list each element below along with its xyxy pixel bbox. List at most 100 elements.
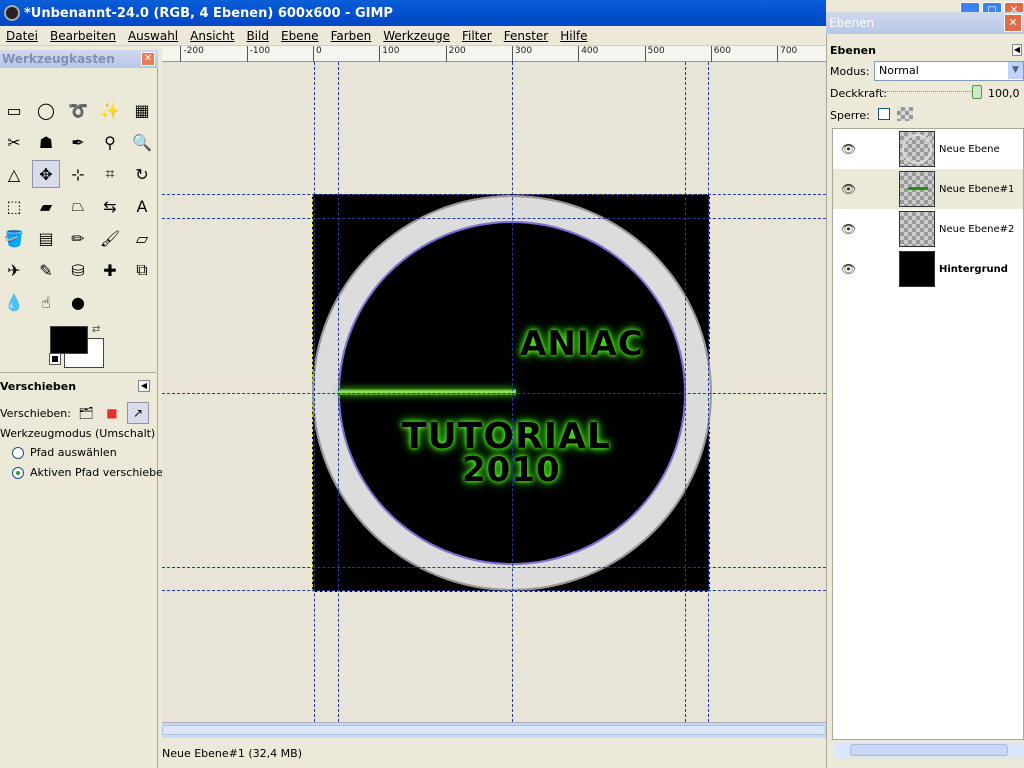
scissors-icon[interactable]: ✂ xyxy=(0,128,28,156)
free-select-icon[interactable]: ➰ xyxy=(64,96,92,124)
gimp-app-icon xyxy=(4,5,20,21)
lock-alpha-icon[interactable] xyxy=(897,107,913,121)
pencil-icon[interactable]: ✏ xyxy=(64,224,92,252)
menu-ansicht[interactable]: Ansicht xyxy=(184,29,240,43)
radio-pick-path[interactable]: Pfad auswählen xyxy=(12,446,170,459)
opacity-slider-handle[interactable] xyxy=(972,85,982,99)
radio-move-active-path-dot[interactable] xyxy=(12,466,24,479)
toolbox-close-icon[interactable]: ✕ xyxy=(141,52,155,66)
layers-close-icon[interactable]: ✕ xyxy=(1004,14,1022,32)
bucket-fill-icon[interactable]: 🪣 xyxy=(0,224,28,252)
main-titlebar[interactable]: *Unbenannt-24.0 (RGB, 4 Ebenen) 600x600 … xyxy=(0,0,826,26)
layer-name: Neue Ebene#1 xyxy=(939,183,1015,195)
layer-name: Neue Ebene#2 xyxy=(939,223,1015,235)
menu-werkzeuge[interactable]: Werkzeuge xyxy=(377,29,456,43)
foreground-color-swatch[interactable] xyxy=(50,326,88,354)
canvas-scroll-thumb[interactable] xyxy=(162,725,826,735)
move-selection-icon[interactable]: ■ xyxy=(101,402,123,424)
radio-move-active-path[interactable]: Aktiven Pfad verschieben xyxy=(12,466,170,479)
layers-scroll-thumb[interactable] xyxy=(850,744,1008,756)
smudge-icon[interactable]: ☝ xyxy=(32,288,60,316)
guide-vertical[interactable] xyxy=(685,62,686,722)
menu-bearbeiten[interactable]: Bearbeiten xyxy=(44,29,122,43)
move-path-icon[interactable]: ↗ xyxy=(126,402,149,424)
layer-row[interactable]: 👁 Hintergrund xyxy=(833,249,1023,289)
zoom-icon[interactable]: 🔍 xyxy=(128,128,156,156)
menu-filter[interactable]: Filter xyxy=(456,29,498,43)
eye-icon[interactable]: 👁 xyxy=(841,182,856,196)
airbrush-icon[interactable]: ✈ xyxy=(0,256,28,284)
eraser-icon[interactable]: ▱ xyxy=(128,224,156,252)
layers-titlebar[interactable]: Ebenen xyxy=(826,12,1024,34)
layer-name: Neue Ebene xyxy=(939,143,1000,155)
tool-options-menu-icon[interactable]: ◀ xyxy=(138,380,150,392)
color-select-icon[interactable]: ▦ xyxy=(128,96,156,124)
guide-horizontal[interactable] xyxy=(162,567,826,568)
guide-horizontal[interactable] xyxy=(162,590,826,591)
blur-icon[interactable]: 💧 xyxy=(0,288,28,316)
guide-horizontal[interactable] xyxy=(162,218,826,219)
text-icon[interactable]: A xyxy=(128,192,156,220)
crop-icon[interactable]: ⌗ xyxy=(96,160,124,188)
menu-fenster[interactable]: Fenster xyxy=(498,29,555,43)
eye-icon[interactable]: 👁 xyxy=(841,222,856,236)
measure-icon[interactable]: △ xyxy=(0,160,28,188)
layer-row[interactable]: 👁 Neue Ebene xyxy=(833,129,1023,169)
menu-bild[interactable]: Bild xyxy=(240,29,275,43)
eye-icon[interactable]: 👁 xyxy=(841,142,856,156)
layer-row[interactable]: 👁 Neue Ebene#2 xyxy=(833,209,1023,249)
ink-icon[interactable]: ✎ xyxy=(32,256,60,284)
guide-vertical[interactable] xyxy=(338,62,339,722)
ellipse-select-icon[interactable]: ◯ xyxy=(32,96,60,124)
move-layer-icon[interactable]: 🗂 xyxy=(75,402,97,424)
scale-icon[interactable]: ⬚ xyxy=(0,192,28,220)
align-icon[interactable]: ⊹ xyxy=(64,160,92,188)
foreground-select-icon[interactable]: ☗ xyxy=(32,128,60,156)
opacity-slider-track[interactable] xyxy=(880,91,980,92)
opacity-value[interactable]: 100,0 xyxy=(988,87,1020,100)
rotate-icon[interactable]: ↻ xyxy=(128,160,156,188)
layer-thumbnail xyxy=(899,131,935,167)
guide-horizontal[interactable] xyxy=(162,194,826,195)
blend-icon[interactable]: ▤ xyxy=(32,224,60,252)
menu-farben[interactable]: Farben xyxy=(325,29,378,43)
layers-menu-icon[interactable]: ◀ xyxy=(1012,44,1022,56)
menu-ebene[interactable]: Ebene xyxy=(275,29,325,43)
canvas-horizontal-scrollbar[interactable] xyxy=(162,722,826,738)
swap-colors-icon[interactable]: ⇄ xyxy=(92,324,100,335)
perspective-clone-icon[interactable]: ⧉ xyxy=(128,256,156,284)
paths-icon[interactable]: ✒ xyxy=(64,128,92,156)
fuzzy-select-icon[interactable]: ✨ xyxy=(96,96,124,124)
lock-pixels-checkbox[interactable] xyxy=(878,108,890,120)
guide-vertical[interactable] xyxy=(314,62,315,722)
layers-horizontal-scrollbar[interactable] xyxy=(834,742,1024,758)
ruler-tick-label: 300 xyxy=(511,46,532,62)
reset-colors-icon[interactable] xyxy=(49,353,61,365)
shear-icon[interactable]: ▰ xyxy=(32,192,60,220)
move-type-label: Verschieben: xyxy=(0,406,71,420)
guide-horizontal[interactable] xyxy=(162,393,826,394)
dodge-burn-icon[interactable]: ● xyxy=(64,288,92,316)
layer-row[interactable]: 👁 Neue Ebene#1 xyxy=(833,169,1023,209)
heal-icon[interactable]: ✚ xyxy=(96,256,124,284)
guide-vertical[interactable] xyxy=(708,62,709,722)
guide-vertical[interactable] xyxy=(512,62,513,722)
perspective-icon[interactable]: ⏢ xyxy=(64,192,92,220)
move-icon[interactable]: ✥ xyxy=(32,160,60,188)
mode-select[interactable]: Normal xyxy=(874,61,1024,81)
paintbrush-icon[interactable]: 🖌 xyxy=(96,224,124,252)
clone-icon[interactable]: ⛁ xyxy=(64,256,92,284)
chevron-down-icon[interactable]: ▼ xyxy=(1008,62,1023,79)
layer-thumbnail xyxy=(899,171,935,207)
radio-pick-path-dot[interactable] xyxy=(12,446,24,459)
status-bar: Neue Ebene#1 (32,4 MB) xyxy=(160,742,826,766)
menu-auswahl[interactable]: Auswahl xyxy=(122,29,184,43)
flip-icon[interactable]: ⇆ xyxy=(96,192,124,220)
menu-hilfe[interactable]: Hilfe xyxy=(554,29,593,43)
layer-thumbnail xyxy=(899,251,935,287)
menu-datei[interactable]: Datei xyxy=(0,29,44,43)
eye-icon[interactable]: 👁 xyxy=(841,262,856,276)
horizontal-ruler[interactable]: -200 -100 0 100 200 300 400 500 600 700 xyxy=(162,46,826,62)
color-picker-icon[interactable]: ⚲ xyxy=(96,128,124,156)
rect-select-icon[interactable]: ▭ xyxy=(0,96,28,124)
